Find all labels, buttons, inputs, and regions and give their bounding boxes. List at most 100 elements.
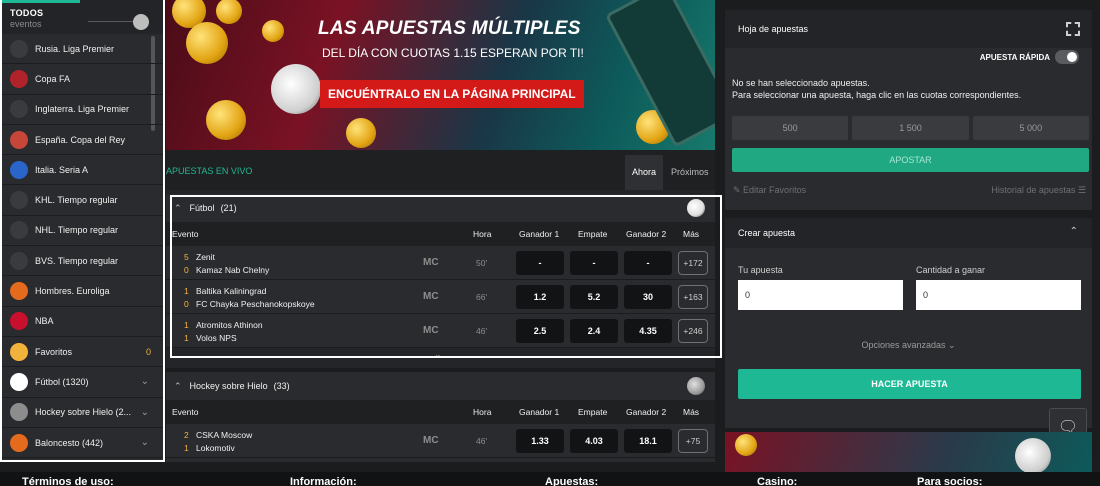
chevron-down-icon: ⌄ (948, 340, 956, 350)
sidebar-item[interactable]: Italia. Seria A (2, 155, 163, 186)
more-markets-button[interactable]: +163 (678, 285, 708, 309)
sidebar-item[interactable]: KHL. Tiempo regular (2, 185, 163, 216)
chevron-up-icon[interactable]: ⌃ (1070, 226, 1078, 237)
sidebar-item-label: BVS. Tiempo regular (35, 255, 119, 266)
win-amount-input[interactable]: 0 (916, 280, 1081, 310)
odds-away-win[interactable]: 4.35 (624, 319, 672, 343)
more-markets-button[interactable]: +172 (678, 251, 708, 275)
home-team[interactable]: Atromitos Athinon (196, 320, 263, 330)
place-bet-button[interactable]: APOSTAR (732, 148, 1089, 172)
odds-home-win[interactable]: - (516, 251, 564, 275)
odds-draw[interactable]: 2.4 (570, 319, 618, 343)
sidebar-item[interactable]: Hockey sobre Hielo (2... ⌄ (2, 398, 163, 428)
banner-subtitle: DEL DÍA CON CUOTAS 1.15 ESPERAN POR TI! (322, 46, 584, 60)
live-stream-icon[interactable]: MC (423, 291, 439, 302)
footer-casino[interactable]: Casino: (757, 476, 797, 486)
home-team[interactable]: CSKA Moscow (196, 430, 252, 440)
odds-away-win[interactable]: 30 (624, 285, 672, 309)
section-name: Fútbol (189, 203, 215, 213)
quick-bet-label: APUESTA RÁPIDA (979, 52, 1050, 62)
col-ganador1: Ganador 1 (519, 407, 560, 417)
fullscreen-icon[interactable] (1066, 22, 1080, 36)
chevron-down-icon[interactable]: ⌄ (141, 376, 149, 387)
collapse-caret-icon[interactable]: ⌃ (174, 203, 182, 214)
footer-bets[interactable]: Apuestas: (545, 476, 598, 486)
bet-history-link[interactable]: Historial de apuestas ☰ (991, 185, 1086, 196)
promo-banner[interactable]: LAS APUESTAS MÚLTIPLES DEL DÍA CON CUOTA… (166, 0, 715, 150)
more-markets-button[interactable]: +246 (678, 319, 708, 343)
away-team[interactable]: Lokomotiv (196, 443, 235, 453)
match-row[interactable]: 1 Atromitos Athinon 1 Volos NPS MC 46' 2.5 2.4 4… (166, 314, 715, 348)
home-team[interactable]: Zenit (196, 252, 215, 262)
footer-partners[interactable]: Para socios: (917, 476, 982, 486)
create-bet-header[interactable]: Crear apuesta ⌃ (725, 218, 1092, 248)
match-row[interactable]: 1 Baltika Kaliningrad 0 FC Chayka Peschanok… (166, 280, 715, 314)
home-team[interactable]: Baltika Kaliningrad (196, 286, 266, 296)
live-stream-icon[interactable]: MC (423, 435, 439, 446)
hockey-puck-icon (10, 403, 28, 422)
footer-terms[interactable]: Términos de uso: (22, 476, 114, 486)
odds-away-win[interactable]: 18.1 (624, 429, 672, 453)
odds-home-win[interactable]: 2.5 (516, 319, 564, 343)
your-bet-input[interactable]: 0 (738, 280, 903, 310)
away-team[interactable]: FC Chayka Peschanokopskoye (196, 299, 315, 309)
chevron-down-icon[interactable]: ⌄ (141, 437, 149, 448)
edit-favorites-link[interactable]: ✎ Editar Favoritos (733, 185, 806, 196)
sidebar-item-label: Rusia. Liga Premier (35, 43, 115, 54)
sidebar-item[interactable]: Baloncesto (442) ⌄ (2, 428, 163, 459)
away-score: 0 (184, 265, 189, 275)
odds-draw[interactable]: 4.03 (570, 429, 618, 453)
footer-info[interactable]: Información: (290, 476, 357, 486)
secondary-promo-banner[interactable] (725, 432, 1092, 472)
hockey-section-header[interactable]: ⌃ Hockey sobre Hielo (33) (166, 372, 715, 400)
stake-preset-button[interactable]: 1 500 (852, 116, 969, 140)
sidebar-item[interactable]: España. Copa del Rey (2, 125, 163, 156)
odds-draw[interactable]: - (570, 251, 618, 275)
copa-del-rey-icon (10, 130, 28, 149)
match-row[interactable]: 5 Zenit 0 Kamaz Nab Chelny MC 50' - - - +172 (166, 246, 715, 280)
sidebar-item-label: Fútbol (1320) (35, 376, 89, 387)
sidebar-item[interactable]: Favoritos 0 (2, 337, 163, 368)
quick-bet-switch[interactable] (1055, 50, 1079, 64)
chevron-down-icon[interactable]: ⌄ (141, 407, 149, 418)
banner-cta-button[interactable]: ENCUÉNTRALO EN LA PÁGINA PRINCIPAL (320, 80, 584, 108)
events-toggle[interactable] (133, 14, 149, 30)
home-score: 1 (184, 320, 189, 330)
make-bet-button[interactable]: HACER APUESTA (738, 369, 1081, 399)
odds-draw[interactable]: 5.2 (570, 285, 618, 309)
hockey-rows: 2 CSKA Moscow 1 Lokomotiv MC 46' 1.33 4.03 18.1 +… (166, 424, 715, 462)
sidebar-item[interactable]: Inglaterra. Liga Premier (2, 95, 163, 125)
live-stream-icon[interactable]: MC (423, 257, 439, 268)
tab-now[interactable]: Ahora (625, 155, 664, 190)
tab-upcoming[interactable]: Próximos (664, 155, 716, 190)
sidebar-item[interactable]: Fútbol (1320) ⌄ (2, 367, 163, 398)
expand-chevron-icon[interactable]: ⌄ (434, 349, 442, 360)
away-team[interactable]: Volos NPS (196, 333, 237, 343)
stake-preset-button[interactable]: 5 000 (972, 116, 1089, 140)
sidebar-item-label: NBA (35, 316, 54, 327)
odds-home-win[interactable]: 1.2 (516, 285, 564, 309)
football-section-header[interactable]: ⌃ Fútbol (21) (166, 194, 715, 222)
odds-away-win[interactable]: - (624, 251, 672, 275)
sidebar-item[interactable]: BVS. Tiempo regular (2, 246, 163, 277)
match-row[interactable]: 4Hockey Academy MikhailovMC (166, 458, 715, 462)
sidebar-item-label: Baloncesto (442) (35, 437, 104, 448)
away-team[interactable]: Kamaz Nab Chelny (196, 265, 269, 275)
sidebar-item[interactable]: NBA (2, 307, 163, 337)
toggle-track (88, 21, 133, 22)
sidebar-item-label: NHL. Tiempo regular (35, 225, 119, 236)
sidebar-item[interactable]: Copa FA (2, 64, 163, 95)
quick-bet-toggle[interactable]: APUESTA RÁPIDA (980, 50, 1079, 64)
sidebar-item[interactable]: Hombres. Euroliga (2, 276, 163, 307)
more-markets-button[interactable]: +75 (678, 429, 708, 453)
advanced-options-toggle[interactable]: Opciones avanzadas ⌄ (725, 340, 1092, 351)
stake-preset-button[interactable]: 500 (732, 116, 849, 140)
collapse-caret-icon[interactable]: ⌃ (174, 381, 182, 392)
sidebar-header[interactable]: TODOS eventos (2, 0, 163, 34)
match-row[interactable]: 2 CSKA Moscow 1 Lokomotiv MC 46' 1.33 4.03 18.1 +… (166, 424, 715, 458)
sidebar-item[interactable]: NHL. Tiempo regular (2, 216, 163, 247)
odds-home-win[interactable]: 1.33 (516, 429, 564, 453)
live-stream-icon[interactable]: MC (423, 325, 439, 336)
sidebar-item[interactable]: Rusia. Liga Premier (2, 34, 163, 65)
home-score: 1 (184, 286, 189, 296)
